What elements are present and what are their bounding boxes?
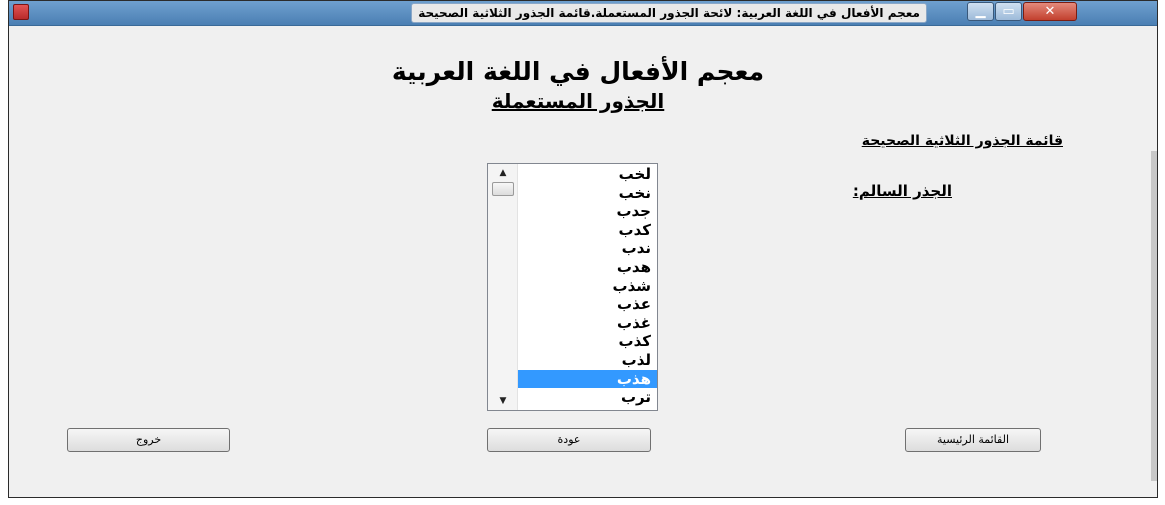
maximize-button[interactable]: ▭ bbox=[995, 2, 1022, 21]
list-item[interactable]: لخب bbox=[518, 165, 657, 184]
roots-list-items: لخب نخب جدب كدب ندب هدب شذب عذب غذب كذب … bbox=[518, 165, 657, 407]
list-item[interactable]: نخب bbox=[518, 184, 657, 203]
title-bar[interactable]: معجم الأفعال في اللغة العربية: لائحة الج… bbox=[9, 1, 1157, 26]
page-title: معجم الأفعال في اللغة العربية bbox=[391, 57, 765, 86]
exit-button[interactable]: خروج bbox=[67, 428, 230, 452]
list-item[interactable]: هدب bbox=[518, 258, 657, 277]
minimize-button[interactable]: ▁ bbox=[967, 2, 994, 21]
scroll-up-icon[interactable]: ▲ bbox=[488, 164, 518, 182]
list-item[interactable]: كدب bbox=[518, 221, 657, 240]
listbox-scrollbar[interactable]: ▲ ▼ bbox=[488, 164, 518, 410]
list-item[interactable]: شذب bbox=[518, 277, 657, 296]
section-label: الجذر السالم: bbox=[852, 182, 952, 200]
list-heading-link[interactable]: قائمة الجذور الثلاثية الصحيحة bbox=[862, 133, 1063, 149]
list-item-selected[interactable]: هذب bbox=[518, 369, 657, 389]
window-right-edge bbox=[1151, 151, 1157, 481]
back-button[interactable]: عودة bbox=[487, 428, 651, 452]
scroll-thumb[interactable] bbox=[492, 182, 514, 196]
close-button[interactable]: ✕ bbox=[1023, 2, 1077, 21]
scroll-down-icon[interactable]: ▼ bbox=[488, 392, 518, 410]
app-icon bbox=[13, 4, 29, 20]
list-item[interactable]: عذب bbox=[518, 295, 657, 314]
app-window: معجم الأفعال في اللغة العربية: لائحة الج… bbox=[8, 0, 1158, 498]
page-subtitle: الجذور المستعملة bbox=[439, 89, 717, 113]
window-title: معجم الأفعال في اللغة العربية: لائحة الج… bbox=[411, 3, 927, 23]
list-item[interactable]: كذب bbox=[518, 332, 657, 351]
list-item[interactable]: جدب bbox=[518, 202, 657, 221]
roots-listbox[interactable]: ▲ ▼ لخب نخب جدب كدب ندب هدب شذب عذب غذب … bbox=[487, 163, 658, 411]
list-item[interactable]: غذب bbox=[518, 314, 657, 333]
main-menu-button[interactable]: القائمة الرئيسية bbox=[905, 428, 1041, 452]
list-item[interactable]: ترب bbox=[518, 388, 657, 407]
list-item[interactable]: ندب bbox=[518, 239, 657, 258]
page-subtitle-text: الجذور المستعملة bbox=[491, 89, 665, 113]
list-item[interactable]: لذب bbox=[518, 351, 657, 370]
